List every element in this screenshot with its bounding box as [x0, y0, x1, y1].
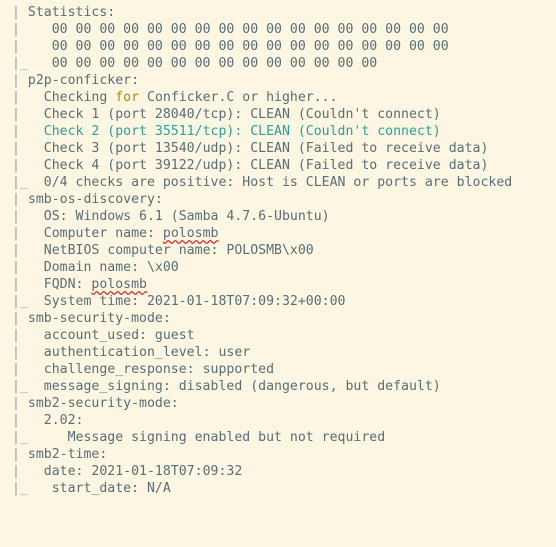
- line-gutter-marker: |: [12, 158, 20, 173]
- line-gutter-marker: |: [12, 328, 20, 343]
- line-gutter-marker: |_: [12, 175, 28, 190]
- line-gutter-marker: |: [12, 22, 20, 37]
- terminal-line: | Check 1 (port 28040/tcp): CLEAN (Could…: [0, 106, 556, 123]
- line-gutter-marker: |: [12, 311, 20, 326]
- terminal-line: | smb-security-mode:: [0, 310, 556, 327]
- line-gutter-marker: |: [12, 260, 20, 275]
- line-gutter-marker: |: [12, 362, 20, 377]
- terminal-line: |_ message_signing: disabled (dangerous,…: [0, 378, 556, 395]
- terminal-line: |_ 00 00 00 00 00 00 00 00 00 00 00 00 0…: [0, 55, 556, 72]
- line-gutter-marker: |: [12, 39, 20, 54]
- line-gutter-marker: |: [12, 413, 20, 428]
- line-gutter-marker: |: [12, 243, 20, 258]
- terminal-line: | smb2-security-mode:: [0, 395, 556, 412]
- line-text: start_date: N/A: [27, 481, 171, 496]
- terminal-line: | Statistics:: [0, 4, 556, 21]
- line-gutter-marker: |: [12, 277, 20, 292]
- terminal-line: | Check 3 (port 13540/udp): CLEAN (Faile…: [0, 140, 556, 157]
- line-gutter-marker: |_: [12, 379, 28, 394]
- line-gutter-marker: |: [12, 107, 20, 122]
- line-text: smb-os-discovery:: [19, 192, 163, 207]
- line-text: challenge_response: supported: [19, 362, 275, 377]
- line-text-continued: Conficker.C or higher...: [139, 90, 338, 105]
- terminal-line: |_ 0/4 checks are positive: Host is CLEA…: [0, 174, 556, 191]
- terminal-line: | 2.02:: [0, 412, 556, 429]
- terminal-line: | OS: Windows 6.1 (Samba 4.7.6-Ubuntu): [0, 208, 556, 225]
- line-text: 2.02:: [19, 413, 84, 428]
- terminal-line: | Checking for Conficker.C or higher...: [0, 89, 556, 106]
- line-text: Check 1 (port 28040/tcp): CLEAN (Couldn'…: [19, 107, 441, 122]
- terminal-line: | Check 2 (port 35511/tcp): CLEAN (Could…: [0, 123, 556, 140]
- line-text: authentication_level: user: [19, 345, 251, 360]
- spellcheck-flagged-word: polosmb: [162, 226, 219, 241]
- terminal-line: | Check 4 (port 39122/udp): CLEAN (Faile…: [0, 157, 556, 174]
- terminal-line: | challenge_response: supported: [0, 361, 556, 378]
- line-gutter-marker: |: [12, 192, 20, 207]
- line-text: smb2-security-mode:: [19, 396, 179, 411]
- terminal-line: | authentication_level: user: [0, 344, 556, 361]
- nmap-script-output-terminal[interactable]: | Statistics: | 00 00 00 00 00 00 00 00 0…: [0, 0, 556, 547]
- terminal-line: |_ Message signing enabled but not requi…: [0, 429, 556, 446]
- line-text: smb-security-mode:: [19, 311, 171, 326]
- terminal-line: | smb2-time:: [0, 446, 556, 463]
- terminal-line: | account_used: guest: [0, 327, 556, 344]
- spellcheck-flagged-word: polosmb: [91, 277, 147, 292]
- line-gutter-marker: |: [12, 90, 20, 105]
- line-text: FQDN:: [19, 277, 92, 292]
- line-text: Checking: [19, 90, 116, 105]
- line-gutter-marker: |: [12, 464, 20, 479]
- line-text: Message signing enabled but not required: [27, 430, 386, 445]
- line-text: p2p-conficker:: [19, 73, 140, 88]
- line-gutter-marker: |: [12, 396, 20, 411]
- terminal-line: | 00 00 00 00 00 00 00 00 00 00 00 00 00…: [0, 38, 556, 55]
- terminal-line: | FQDN: polosmb: [0, 276, 556, 293]
- line-gutter-marker: |: [12, 345, 20, 360]
- terminal-line: | 00 00 00 00 00 00 00 00 00 00 00 00 00…: [0, 21, 556, 38]
- line-gutter-marker: |_: [12, 481, 28, 496]
- line-text: Statistics:: [19, 5, 116, 20]
- terminal-line: |_ start_date: N/A: [0, 480, 556, 497]
- line-text: OS: Windows 6.1 (Samba 4.7.6-Ubuntu): [19, 209, 330, 224]
- line-gutter-marker: |: [12, 226, 20, 241]
- line-text: 00 00 00 00 00 00 00 00 00 00 00 00 00 0…: [19, 22, 449, 37]
- terminal-line: |_ System time: 2021-01-18T07:09:32+00:0…: [0, 293, 556, 310]
- terminal-line: | smb-os-discovery:: [0, 191, 556, 208]
- terminal-line: | Domain name: \x00: [0, 259, 556, 276]
- terminal-line: | p2p-conficker:: [0, 72, 556, 89]
- line-text: date: 2021-01-18T07:09:32: [19, 464, 243, 479]
- line-text: NetBIOS computer name: POLOSMB\x00: [19, 243, 314, 258]
- line-text: Check 4 (port 39122/udp): CLEAN (Failed …: [19, 158, 489, 173]
- line-gutter-marker: |_: [12, 56, 28, 71]
- line-text: smb2-time:: [19, 447, 108, 462]
- line-text: Check 3 (port 13540/udp): CLEAN (Failed …: [19, 141, 489, 156]
- line-text: 00 00 00 00 00 00 00 00 00 00 00 00 00 0…: [19, 39, 449, 54]
- line-text: Computer name:: [19, 226, 163, 241]
- line-gutter-marker: |: [12, 73, 20, 88]
- syntax-keyword: for: [115, 90, 140, 105]
- line-text: 00 00 00 00 00 00 00 00 00 00 00 00 00 0…: [27, 56, 378, 71]
- line-gutter-marker: |: [12, 141, 20, 156]
- line-text: 0/4 checks are positive: Host is CLEAN o…: [27, 175, 513, 190]
- line-gutter-marker: |: [12, 124, 20, 139]
- terminal-line: | date: 2021-01-18T07:09:32: [0, 463, 556, 480]
- line-text: account_used: guest: [19, 328, 195, 343]
- line-text: message_signing: disabled (dangerous, bu…: [27, 379, 441, 394]
- terminal-line: | Computer name: polosmb: [0, 225, 556, 242]
- line-text: Domain name: \x00: [19, 260, 179, 275]
- line-text: System time: 2021-01-18T07:09:32+00:00: [27, 294, 346, 309]
- line-gutter-marker: |: [12, 447, 20, 462]
- line-gutter-marker: |_: [12, 430, 28, 445]
- terminal-line: | NetBIOS computer name: POLOSMB\x00: [0, 242, 556, 259]
- line-gutter-marker: |: [12, 209, 20, 224]
- line-text: Check 2 (port 35511/tcp): CLEAN (Couldn'…: [19, 124, 441, 139]
- line-gutter-marker: |: [12, 5, 20, 20]
- line-gutter-marker: |_: [12, 294, 28, 309]
